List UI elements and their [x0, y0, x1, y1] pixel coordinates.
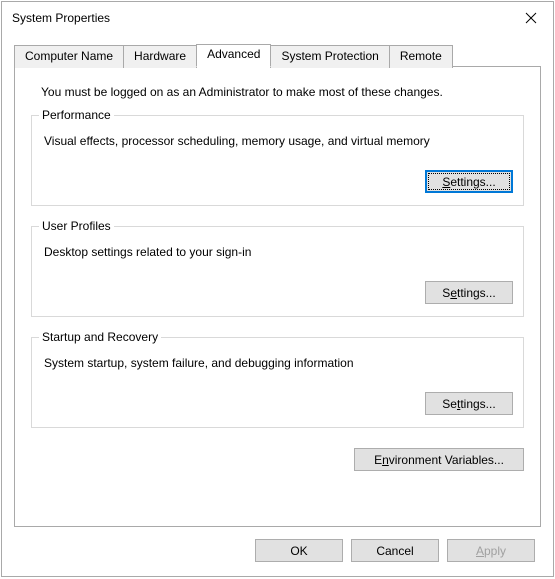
performance-legend: Performance	[39, 108, 114, 122]
performance-desc: Visual effects, processor scheduling, me…	[42, 134, 513, 148]
userprofiles-legend: User Profiles	[39, 219, 114, 233]
userprofiles-button-row: Settings...	[42, 281, 513, 304]
close-icon	[525, 12, 537, 24]
tab-advanced[interactable]: Advanced	[196, 44, 271, 67]
window-title: System Properties	[12, 11, 110, 25]
userprofiles-settings-button[interactable]: Settings...	[425, 281, 513, 304]
performance-button-row: Settings...	[42, 170, 513, 193]
admin-message: You must be logged on as an Administrato…	[41, 85, 524, 99]
dialog-button-row: OK Cancel Apply	[2, 527, 553, 576]
titlebar: System Properties	[2, 2, 553, 34]
ok-button[interactable]: OK	[255, 539, 343, 562]
env-row: Environment Variables...	[31, 448, 524, 471]
tab-remote[interactable]: Remote	[389, 45, 453, 68]
startup-group: Startup and Recovery System startup, sys…	[31, 337, 524, 428]
startup-button-row: Settings...	[42, 392, 513, 415]
tab-strip: Computer Name Hardware Advanced System P…	[14, 44, 541, 67]
startup-settings-button[interactable]: Settings...	[425, 392, 513, 415]
close-button[interactable]	[508, 3, 553, 33]
performance-settings-button[interactable]: Settings...	[425, 170, 513, 193]
startup-legend: Startup and Recovery	[39, 330, 161, 344]
performance-group: Performance Visual effects, processor sc…	[31, 115, 524, 206]
tab-system-protection[interactable]: System Protection	[270, 45, 389, 68]
content-area: Computer Name Hardware Advanced System P…	[2, 34, 553, 527]
system-properties-window: System Properties Computer Name Hardware…	[1, 1, 554, 577]
startup-desc: System startup, system failure, and debu…	[42, 356, 513, 370]
advanced-tabpanel: You must be logged on as an Administrato…	[14, 66, 541, 527]
cancel-button[interactable]: Cancel	[351, 539, 439, 562]
tab-computer-name[interactable]: Computer Name	[14, 45, 124, 68]
tab-hardware[interactable]: Hardware	[123, 45, 197, 68]
userprofiles-group: User Profiles Desktop settings related t…	[31, 226, 524, 317]
userprofiles-desc: Desktop settings related to your sign-in	[42, 245, 513, 259]
apply-button: Apply	[447, 539, 535, 562]
environment-variables-button[interactable]: Environment Variables...	[354, 448, 524, 471]
